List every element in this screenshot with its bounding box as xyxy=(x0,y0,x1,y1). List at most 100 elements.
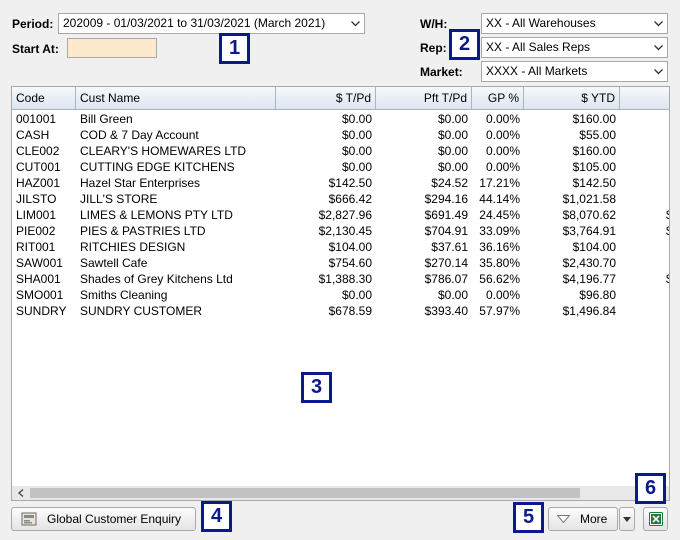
table-row[interactable]: JILSTO JILL'S STORE $666.42 $294.16 44.14% $1… xyxy=(12,191,669,207)
cell-gp: 33.09% xyxy=(479,224,520,238)
table-row[interactable]: HAZ001 Hazel Star Enterprises $142.50 $24.5… xyxy=(12,175,669,191)
more-button[interactable]: More xyxy=(548,507,618,531)
table-row[interactable]: PIE002 PIES & PASTRIES LTD $2,130.45 $704.9… xyxy=(12,223,669,239)
horizontal-scrollbar[interactable] xyxy=(12,486,669,500)
scrollbar-thumb[interactable] xyxy=(30,488,580,498)
cell-code: LIM001 xyxy=(16,208,57,222)
scroll-left-icon[interactable] xyxy=(15,486,27,500)
cell-name: Bill Green xyxy=(80,112,133,126)
cell-gp: 35.80% xyxy=(479,256,520,270)
cell-pft: $691.49 xyxy=(424,208,468,222)
market-label: Market: xyxy=(420,65,463,79)
column-header-cust-name[interactable]: Cust Name xyxy=(76,87,276,110)
cell-tpd: $754.60 xyxy=(328,256,372,270)
column-header-gp-pct[interactable]: GP % xyxy=(472,87,524,110)
table-row[interactable]: CASH COD & 7 Day Account $0.00 $0.00 0.00% $5… xyxy=(12,127,669,143)
cell-ytd: $4,196.77 xyxy=(562,272,616,286)
table-row[interactable]: CLE002 CLEARY'S HOMEWARES LTD $0.00 $0.00 0.… xyxy=(12,143,669,159)
cell-extra xyxy=(620,255,669,271)
table-row[interactable]: SMO001 Smiths Cleaning $0.00 $0.00 0.00% $96.… xyxy=(12,287,669,303)
cell-pft: $24.52 xyxy=(431,176,468,190)
table-row[interactable]: SUNDRY SUNDRY CUSTOMER $678.59 $393.40 57.97… xyxy=(12,303,669,319)
more-dropdown-button[interactable] xyxy=(619,507,635,531)
cell-code: HAZ001 xyxy=(16,176,61,190)
callout-badge-1: 1 xyxy=(219,33,250,64)
start-at-label: Start At: xyxy=(12,42,59,56)
column-header-tpd[interactable]: $ T/Pd xyxy=(276,87,376,110)
cell-name: CLEARY'S HOMEWARES LTD xyxy=(80,144,247,158)
table-row[interactable]: LIM001 LIMES & LEMONS PTY LTD $2,827.96 $69… xyxy=(12,207,669,223)
cell-tpd: $0.00 xyxy=(341,288,372,302)
cell-ytd: $1,496.84 xyxy=(562,304,616,318)
cell-code: JILSTO xyxy=(16,192,57,206)
cell-gp: 56.62% xyxy=(479,272,520,286)
cell-gp: 0.00% xyxy=(485,128,520,142)
cell-code: CASH xyxy=(16,128,50,142)
cell-gp: 44.14% xyxy=(479,192,520,206)
cell-gp: 57.97% xyxy=(479,304,520,318)
cell-tpd: $666.42 xyxy=(328,192,372,206)
period-label: Period: xyxy=(12,17,54,31)
start-at-input[interactable] xyxy=(67,38,157,58)
table-row[interactable]: 001001 Bill Green $0.00 $0.00 0.00% $160.00 xyxy=(12,111,669,127)
cell-extra xyxy=(620,111,669,127)
customer-grid[interactable]: Code Cust Name $ T/Pd Pft T/Pd GP % $ YT… xyxy=(11,86,670,501)
market-value: XXXX - All Markets xyxy=(486,64,588,78)
table-row[interactable]: SAW001 Sawtell Cafe $754.60 $270.14 35.80% $2… xyxy=(12,255,669,271)
table-row[interactable]: CUT001 CUTTING EDGE KITCHENS $0.00 $0.00 0.0… xyxy=(12,159,669,175)
cell-pft: $0.00 xyxy=(437,288,468,302)
cell-extra xyxy=(620,159,669,175)
column-header-ytd[interactable]: $ YTD xyxy=(524,87,620,110)
period-select[interactable]: 202009 - 01/03/2021 to 31/03/2021 (March… xyxy=(58,13,365,34)
cell-name: CUTTING EDGE KITCHENS xyxy=(80,160,235,174)
cell-name: Sawtell Cafe xyxy=(80,256,148,270)
cell-extra xyxy=(620,143,669,159)
excel-export-icon xyxy=(648,511,664,527)
cell-gp: 17.21% xyxy=(479,176,520,190)
cell-pft: $393.40 xyxy=(424,304,468,318)
table-row[interactable]: RIT001 RITCHIES DESIGN $104.00 $37.61 36.16%… xyxy=(12,239,669,255)
cell-pft: $37.61 xyxy=(431,240,468,254)
warehouse-select[interactable]: XX - All Warehouses xyxy=(481,13,668,34)
table-row[interactable]: SHA001 Shades of Grey Kitchens Ltd $1,388.… xyxy=(12,271,669,287)
rep-select[interactable]: XX - All Sales Reps xyxy=(481,37,668,58)
cell-pft: $0.00 xyxy=(437,144,468,158)
cell-pft: $0.00 xyxy=(437,112,468,126)
cell-ytd: $2,430.70 xyxy=(562,256,616,270)
cell-code: SUNDRY xyxy=(16,304,67,318)
cell-extra xyxy=(620,191,669,207)
period-value: 202009 - 01/03/2021 to 31/03/2021 (March… xyxy=(63,16,326,30)
cell-code: CLE002 xyxy=(16,144,60,158)
cell-ytd: $3,764.91 xyxy=(562,224,616,238)
column-header-extra[interactable] xyxy=(620,87,669,110)
rep-label: Rep: xyxy=(420,41,447,55)
market-select[interactable]: XXXX - All Markets xyxy=(481,61,668,82)
cell-extra xyxy=(620,239,669,255)
cell-pft: $270.14 xyxy=(424,256,468,270)
chevron-down-icon xyxy=(652,38,664,57)
callout-badge-3: 3 xyxy=(301,372,332,403)
cell-ytd: $55.00 xyxy=(579,128,616,142)
cell-pft: $0.00 xyxy=(437,128,468,142)
cell-pft: $786.07 xyxy=(424,272,468,286)
cell-ytd: $1,021.58 xyxy=(562,192,616,206)
cell-gp: 0.00% xyxy=(485,144,520,158)
global-customer-enquiry-button[interactable]: Global Customer Enquiry xyxy=(11,507,196,531)
rep-value: XX - All Sales Reps xyxy=(486,40,591,54)
cell-gp: 36.16% xyxy=(479,240,520,254)
cell-code: SAW001 xyxy=(16,256,63,270)
wh-label: W/H: xyxy=(420,17,448,31)
column-header-pft-tpd[interactable]: Pft T/Pd xyxy=(376,87,472,110)
cell-pft: $294.16 xyxy=(424,192,468,206)
callout-badge-5: 5 xyxy=(513,502,544,533)
cell-code: SHA001 xyxy=(16,272,61,286)
cell-code: RIT001 xyxy=(16,240,56,254)
export-excel-button[interactable] xyxy=(643,507,668,531)
cell-tpd: $0.00 xyxy=(341,144,372,158)
cell-extra xyxy=(620,303,669,319)
chevron-down-icon xyxy=(652,62,664,81)
cell-gp: 24.45% xyxy=(479,208,520,222)
column-header-code[interactable]: Code xyxy=(12,87,76,110)
cell-tpd: $104.00 xyxy=(328,240,372,254)
cell-tpd: $2,827.96 xyxy=(318,208,372,222)
